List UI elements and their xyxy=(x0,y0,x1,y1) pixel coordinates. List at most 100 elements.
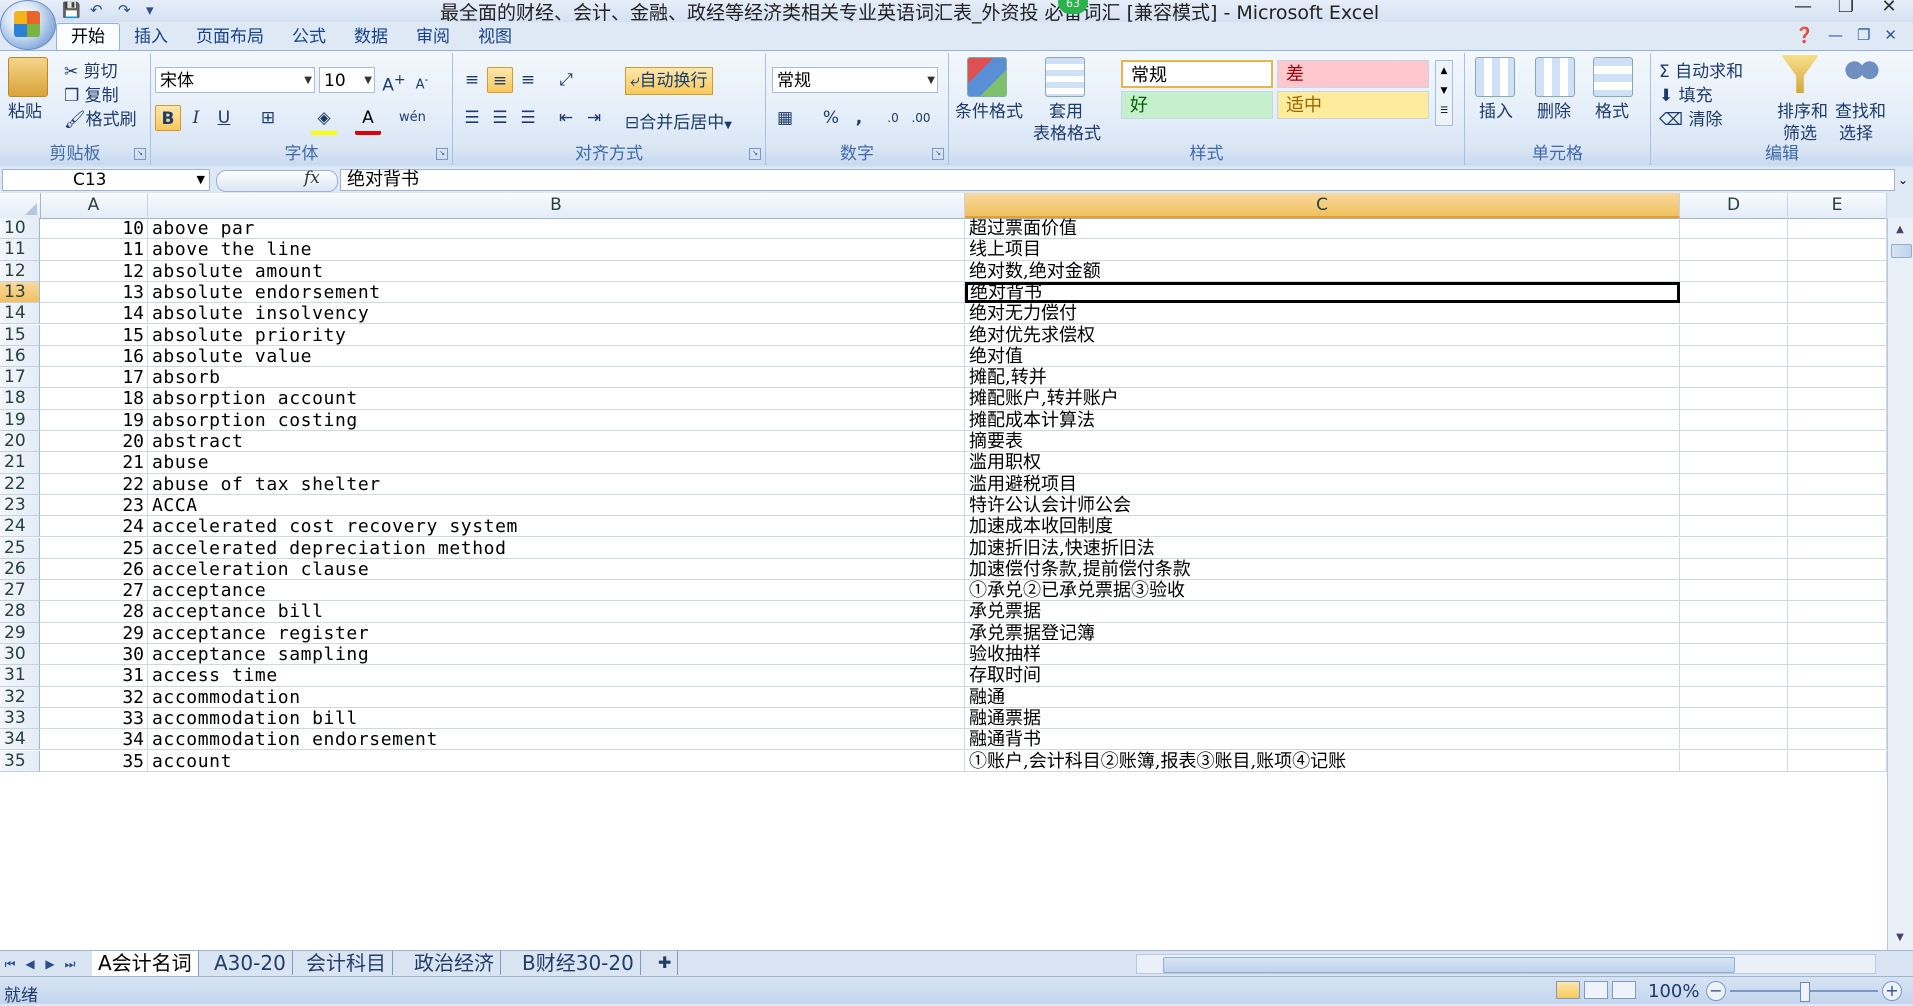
column-header-a[interactable]: A xyxy=(40,193,148,218)
cell-d[interactable] xyxy=(1680,473,1788,495)
clear-button[interactable]: ⌫ 清除 xyxy=(1659,105,1722,130)
comma-button[interactable]: , xyxy=(846,105,872,131)
undo-icon[interactable]: ↶ xyxy=(90,2,108,18)
cell-a[interactable]: 11 xyxy=(40,239,148,261)
cell-c[interactable]: 绝对数,绝对金额 xyxy=(965,260,1680,282)
tab-insert[interactable]: 插入 xyxy=(120,24,182,50)
cell-e[interactable] xyxy=(1788,260,1887,282)
number-launcher-icon[interactable]: ↘ xyxy=(932,148,944,160)
row-header[interactable]: 19 xyxy=(0,409,40,431)
cell-d[interactable] xyxy=(1680,601,1788,623)
cell-d[interactable] xyxy=(1680,303,1788,325)
increase-decimal-icon[interactable]: .0 xyxy=(880,105,906,131)
cell-a[interactable]: 16 xyxy=(40,345,148,368)
cell-b[interactable]: accelerated cost recovery system xyxy=(148,516,965,538)
cell-b[interactable]: absolute value xyxy=(148,345,965,368)
cell-d[interactable] xyxy=(1680,516,1788,538)
cell-b[interactable]: abstract xyxy=(148,431,965,453)
cell-a[interactable]: 25 xyxy=(40,537,148,559)
row-header[interactable]: 12 xyxy=(0,260,40,282)
cell-a[interactable]: 27 xyxy=(40,580,148,602)
cell-b[interactable]: absolute priority xyxy=(148,324,965,346)
cell-c[interactable]: 加速偿付条款,提前偿付条款 xyxy=(965,558,1680,581)
cell-d[interactable] xyxy=(1680,580,1788,602)
cell-c[interactable]: 存取时间 xyxy=(965,665,1680,687)
cell-c[interactable]: 摊配成本计算法 xyxy=(965,409,1680,431)
align-bottom-icon[interactable]: ≡ xyxy=(515,67,541,93)
cell-b[interactable]: absolute amount xyxy=(148,260,965,282)
row-header[interactable]: 22 xyxy=(0,473,40,495)
help-icon[interactable]: ❓ xyxy=(1795,26,1814,44)
cell-d[interactable] xyxy=(1680,707,1788,730)
font-color-icon[interactable]: A xyxy=(355,105,381,135)
cell-d[interactable] xyxy=(1680,409,1788,431)
cell-e[interactable] xyxy=(1788,303,1887,325)
cell-e[interactable] xyxy=(1788,644,1887,666)
cell-b[interactable]: ACCA xyxy=(148,494,965,517)
tab-data[interactable]: 数据 xyxy=(340,24,402,50)
cell-a[interactable]: 30 xyxy=(40,644,148,666)
cell-e[interactable] xyxy=(1788,494,1887,517)
cell-e[interactable] xyxy=(1788,558,1887,581)
percent-button[interactable]: % xyxy=(818,105,844,131)
row-header[interactable]: 14 xyxy=(0,303,40,325)
paste-icon[interactable] xyxy=(8,57,48,97)
cell-c[interactable]: 加速折旧法,快速折旧法 xyxy=(965,537,1680,559)
cell-c[interactable]: 绝对无力偿付 xyxy=(965,303,1680,325)
copy-button[interactable]: ❐ 复制 xyxy=(64,81,119,106)
row-header[interactable]: 27 xyxy=(0,580,40,602)
accounting-format-icon[interactable]: ▦ xyxy=(772,105,798,131)
cell-c[interactable]: ①承兑②已承兑票据③验收 xyxy=(965,580,1680,602)
cell-b[interactable]: absorption account xyxy=(148,388,965,410)
cell-d[interactable] xyxy=(1680,345,1788,368)
cell-d[interactable] xyxy=(1680,452,1788,474)
row-header[interactable]: 32 xyxy=(0,686,40,708)
cell-c[interactable]: 承兑票据登记簿 xyxy=(965,622,1680,644)
decrease-indent-icon[interactable]: ⇤ xyxy=(553,105,579,131)
column-header-b[interactable]: B xyxy=(148,193,965,218)
name-box[interactable]: C13 ▼ xyxy=(2,169,210,191)
first-sheet-icon[interactable]: ⏮ xyxy=(2,954,18,974)
ribbon-minimize-icon[interactable]: — xyxy=(1828,26,1843,44)
phonetic-icon[interactable]: wén xyxy=(399,105,426,131)
style-good[interactable]: 好 xyxy=(1121,91,1273,119)
delete-button[interactable]: 删除 xyxy=(1537,97,1571,122)
cell-e[interactable] xyxy=(1788,452,1887,474)
tab-view[interactable]: 视图 xyxy=(464,24,526,50)
fill-button[interactable]: ⬇ 填充 xyxy=(1659,81,1713,106)
cell-b[interactable]: acceleration clause xyxy=(148,558,965,581)
expand-formula-bar-icon[interactable]: ⌄ xyxy=(1895,169,1911,191)
cell-d[interactable] xyxy=(1680,218,1788,240)
row-header[interactable]: 28 xyxy=(0,601,40,623)
conditional-format-button[interactable]: 条件格式 xyxy=(955,97,1023,122)
vertical-scroll-thumb[interactable] xyxy=(1891,244,1912,258)
select-all-button[interactable] xyxy=(0,193,41,218)
cell-a[interactable]: 32 xyxy=(40,686,148,708)
cell-e[interactable] xyxy=(1788,516,1887,538)
sort-filter-button-line2[interactable]: 筛选 xyxy=(1783,119,1817,144)
cell-b[interactable]: absolute endorsement xyxy=(148,281,965,304)
autosum-button[interactable]: Σ 自动求和 xyxy=(1659,57,1743,82)
cell-b[interactable]: abuse xyxy=(148,452,965,474)
cut-button[interactable]: ✂ 剪切 xyxy=(64,57,118,82)
cell-b[interactable]: accommodation bill xyxy=(148,707,965,730)
table-format-button-line2[interactable]: 表格格式 xyxy=(1033,119,1101,144)
cell-e[interactable] xyxy=(1788,686,1887,708)
vertical-split-handle[interactable] xyxy=(1887,193,1913,218)
cell-c[interactable]: 绝对值 xyxy=(965,345,1680,368)
column-header-c[interactable]: C xyxy=(965,193,1680,218)
cell-e[interactable] xyxy=(1788,281,1887,304)
page-layout-view-icon[interactable] xyxy=(1584,981,1608,999)
zoom-level[interactable]: 100% xyxy=(1648,981,1699,1002)
cell-e[interactable] xyxy=(1788,537,1887,559)
cell-d[interactable] xyxy=(1680,431,1788,453)
cell-e[interactable] xyxy=(1788,707,1887,730)
vertical-scrollbar[interactable]: ▲ ▼ xyxy=(1887,218,1913,950)
row-header[interactable]: 20 xyxy=(0,431,40,453)
cell-b[interactable]: access time xyxy=(148,665,965,687)
cell-a[interactable]: 29 xyxy=(40,622,148,644)
cell-a[interactable]: 20 xyxy=(40,431,148,453)
cell-c[interactable]: 超过票面价值 xyxy=(965,218,1680,240)
cell-b[interactable]: above the line xyxy=(148,239,965,261)
cell-b[interactable]: accelerated depreciation method xyxy=(148,537,965,559)
